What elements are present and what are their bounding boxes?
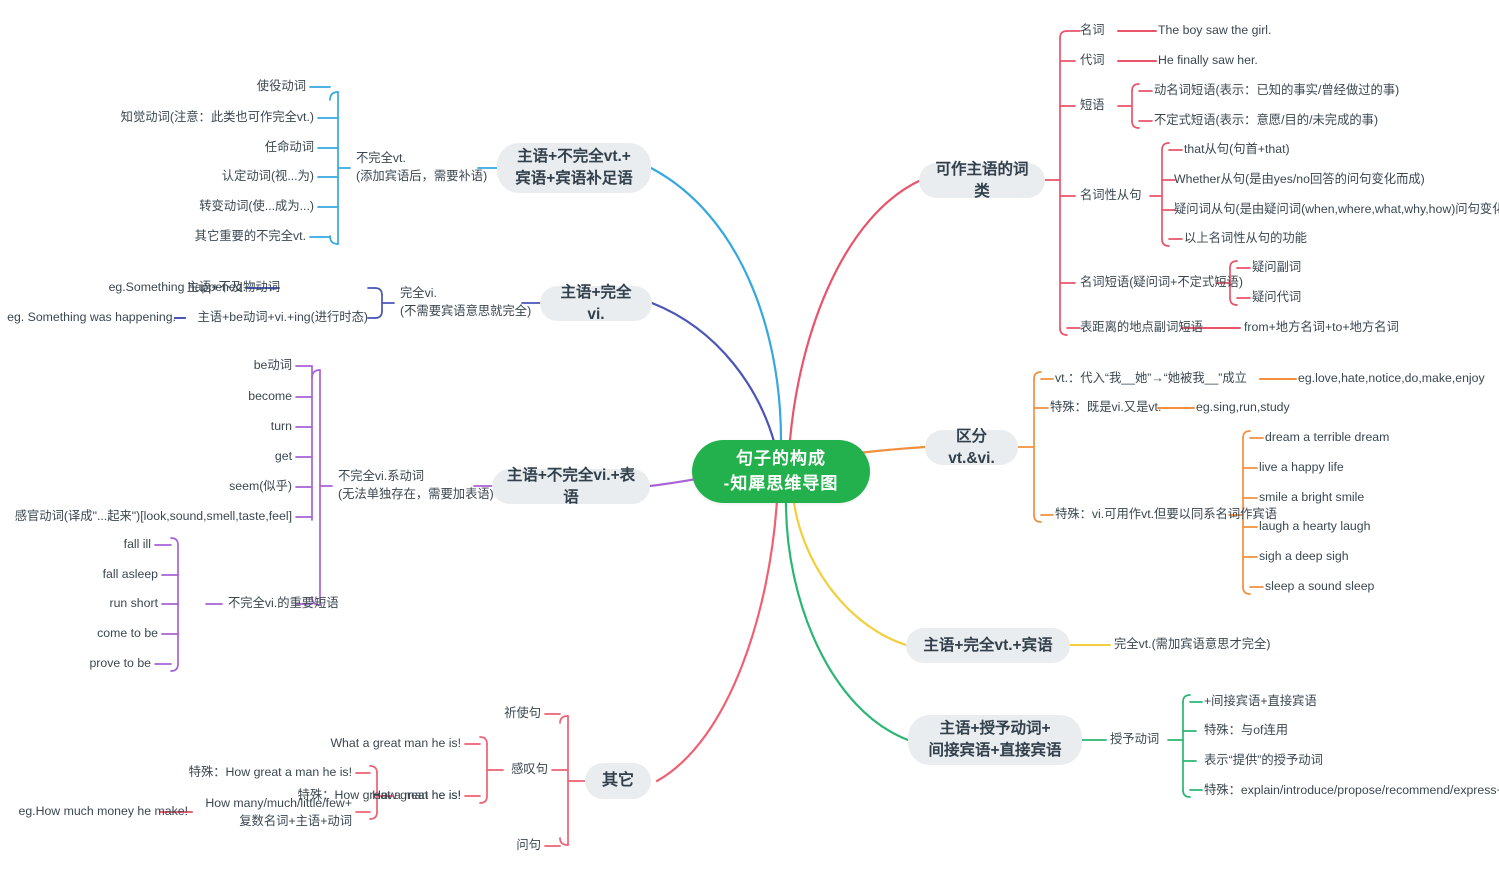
child-clause-that[interactable]: that从句(句首+that) — [1184, 141, 1484, 159]
example-cognate-1[interactable]: live a happy life — [1259, 459, 1459, 477]
example-cognate-0[interactable]: dream a terrible dream — [1265, 429, 1465, 447]
example-noun[interactable]: The boy saw the girl. — [1158, 22, 1378, 40]
label-incomplete-vi-mid[interactable]: 不完全vi.系动词 (无法单独存在，需要加表语) — [338, 464, 494, 508]
leaf-vt-test[interactable]: vt.：代入“我__她”→“她被我__”成立 — [1055, 370, 1265, 388]
leaf-phrase-4[interactable]: prove to be — [20, 655, 151, 673]
example-cognate-2[interactable]: smile a bright smile — [1259, 489, 1459, 507]
mid-line2: (添加宾语后，需要补语) — [356, 169, 488, 183]
leaf-other-imperative[interactable]: 祈使句 — [450, 705, 541, 723]
example-cognate-3[interactable]: laugh a hearty laugh — [1259, 518, 1459, 536]
mid-line1: 完全vi. — [400, 286, 437, 301]
child-interrogative-adverb[interactable]: 疑问副词 — [1252, 259, 1372, 277]
leaf-ditransitive-2[interactable]: 表示“提供”的授予动词 — [1204, 752, 1424, 770]
node-subject-complete-vi[interactable]: 主语+完全vi. — [540, 284, 652, 323]
example-vt-verbs[interactable]: eg.love,hate,notice,do,make,enjoy — [1298, 370, 1498, 388]
leaf-incomplete-vt-4[interactable]: 转变动词(使...成为...) — [60, 198, 314, 216]
node-subject-complete-vt[interactable]: 主语+完全vt.+宾语 — [906, 628, 1070, 663]
root-title-line2: -知犀思维导图 — [723, 473, 839, 493]
child-interrogative-pronoun[interactable]: 疑问代词 — [1252, 289, 1372, 307]
leaf-word-class-pronoun[interactable]: 代词 — [1080, 52, 1120, 70]
leaf-linking-verb-3[interactable]: get — [60, 448, 292, 466]
label-incomplete-vi-phrases[interactable]: 不完全vi.的重要短语 — [228, 595, 360, 613]
leaf-word-class-distance-adv[interactable]: 表距离的地点副词短语 — [1080, 319, 1225, 337]
mid-line2: (不需要宾语意思就完全) — [400, 304, 532, 318]
leaf-exclam-what[interactable]: What a great man he is! — [330, 735, 461, 753]
example-both-verbs[interactable]: eg.sing,run,study — [1196, 399, 1356, 417]
root-title-line1: 句子的构成 — [735, 448, 826, 468]
example-cognate-5[interactable]: sleep a sound sleep — [1265, 578, 1465, 596]
leaf-linking-verb-4[interactable]: seem(似乎) — [60, 478, 292, 496]
leaf-linking-verb-1[interactable]: become — [60, 388, 292, 406]
leaf-incomplete-vt-3[interactable]: 认定动词(视...为) — [60, 168, 314, 186]
leaf-complete-vt-note[interactable]: 完全vt.(需加宾语意思才完全) — [1114, 636, 1334, 654]
node-other[interactable]: 其它 — [585, 763, 651, 799]
leaf-how-great-special[interactable]: 特殊：How great a man he is! — [180, 764, 352, 782]
leaf-linking-verb-0[interactable]: be动词 — [60, 357, 292, 375]
leaf-other-question[interactable]: 问句 — [450, 837, 541, 855]
leaf-ditransitive-0[interactable]: +间接宾语+直接宾语 — [1204, 693, 1404, 711]
child-clause-wh[interactable]: 疑问词从句(是由疑问词(when,where,what,why,how)问句变化… — [1174, 201, 1499, 219]
mid-line1: 不完全vi.系动词 — [338, 469, 425, 484]
mid-line1: 不完全vt. — [356, 151, 406, 166]
leaf-exclam-how-great[interactable]: How great he is! — [340, 787, 461, 805]
example-how-much-money[interactable]: eg.How much money he make! — [10, 803, 188, 821]
leaf-word-class-noun-clause[interactable]: 名词性从句 — [1080, 187, 1155, 205]
child-clause-function[interactable]: 以上名词性从句的功能 — [1184, 230, 1484, 248]
leaf-both-vi-vt[interactable]: 特殊：既是vi.又是vt. — [1050, 399, 1190, 417]
node-ditransitive[interactable]: 主语+授予动词+ 间接宾语+直接宾语 — [908, 715, 1082, 765]
node-label-line1: 主语+不完全vt.+ — [517, 148, 631, 166]
label-complete-vi-mid[interactable]: 完全vi. (不需要宾语意思就完全) — [400, 281, 532, 325]
node-subject-word-classes[interactable]: 可作主语的词类 — [919, 161, 1045, 200]
child-phrase-gerund[interactable]: 动名词短语(表示：已知的事实/曾经做过的事) — [1154, 82, 1484, 100]
node-label-line2: 间接宾语+直接宾语 — [928, 742, 1062, 759]
how-many-line1: How many/much/little/few+ — [205, 796, 352, 810]
leaf-linking-verb-2[interactable]: turn — [60, 418, 292, 436]
leaf-incomplete-vt-0[interactable]: 使役动词 — [60, 78, 306, 96]
leaf-word-class-noun-phrase[interactable]: 名词短语(疑问词+不定式短语) — [1080, 274, 1243, 292]
leaf-word-class-noun[interactable]: 名词 — [1080, 22, 1120, 40]
example-complete-vi-0[interactable]: eg.Something happened. — [109, 279, 246, 297]
leaf-word-class-phrase[interactable]: 短语 — [1080, 97, 1120, 115]
leaf-vi-as-vt[interactable]: 特殊：vi.可用作vt.但要以同系名词作宾语 — [1055, 506, 1285, 524]
child-phrase-infinitive[interactable]: 不定式短语(表示：意愿/目的/未完成的事) — [1154, 112, 1484, 130]
label-incomplete-vt-mid[interactable]: 不完全vt. (添加宾语后，需要补语) — [356, 146, 488, 190]
node-label-line1: 主语+授予动词+ — [939, 720, 1051, 738]
mid-line2: (无法单独存在，需要加表语) — [338, 487, 494, 501]
child-from-to[interactable]: from+地方名词+to+地方名词 — [1244, 319, 1474, 337]
root-node[interactable]: 句子的构成 -知犀思维导图 — [692, 440, 870, 503]
leaf-phrase-0[interactable]: fall ill — [20, 536, 151, 554]
example-pronoun[interactable]: He finally saw her. — [1158, 52, 1378, 70]
how-many-line2: 复数名词+主语+动词 — [239, 813, 352, 828]
leaf-ditransitive-1[interactable]: 特殊：与of连用 — [1204, 722, 1404, 740]
node-subject-incomplete-vt[interactable]: 主语+不完全vt.+ 宾语+宾语补足语 — [497, 143, 651, 193]
leaf-complete-vi-1[interactable]: 主语+be动词+vi.+ing(进行时态) — [186, 309, 369, 327]
leaf-incomplete-vt-5[interactable]: 其它重要的不完全vt. — [60, 228, 306, 246]
node-distinguish-vt-vi[interactable]: 区分vt.&vi. — [925, 428, 1018, 467]
example-cognate-4[interactable]: sigh a deep sigh — [1259, 548, 1459, 566]
leaf-phrase-1[interactable]: fall asleep — [20, 566, 158, 584]
leaf-phrase-3[interactable]: come to be — [20, 625, 158, 643]
leaf-incomplete-vt-2[interactable]: 任命动词 — [60, 139, 314, 157]
leaf-phrase-2[interactable]: run short — [20, 595, 158, 613]
node-subject-incomplete-vi[interactable]: 主语+不完全vi.+表语 — [492, 467, 650, 506]
leaf-other-exclamatory[interactable]: 感叹句 — [450, 761, 548, 779]
child-clause-whether[interactable]: Whether从句(是由yes/no回答的问句变化而成) — [1174, 171, 1494, 189]
leaf-linking-verb-5[interactable]: 感官动词(译成"...起来")[look,sound,smell,taste,f… — [15, 508, 292, 526]
leaf-how-many[interactable]: How many/much/little/few+ 复数名词+主语+动词 — [180, 795, 352, 831]
node-label-line2: 宾语+宾语补足语 — [515, 170, 633, 187]
mindmap-canvas: 句子的构成 -知犀思维导图 主语+不完全vt.+ 宾语+宾语补足语 不完全vt.… — [0, 0, 1499, 875]
leaf-ditransitive-verb[interactable]: 授予动词 — [1110, 731, 1174, 749]
leaf-incomplete-vt-1[interactable]: 知觉动词(注意：此类也可作完全vt.) — [60, 109, 314, 127]
example-complete-vi-1[interactable]: eg. Something was happening. — [7, 309, 176, 327]
leaf-ditransitive-3[interactable]: 特殊：explain/introduce/propose/recommend/e… — [1204, 782, 1499, 800]
